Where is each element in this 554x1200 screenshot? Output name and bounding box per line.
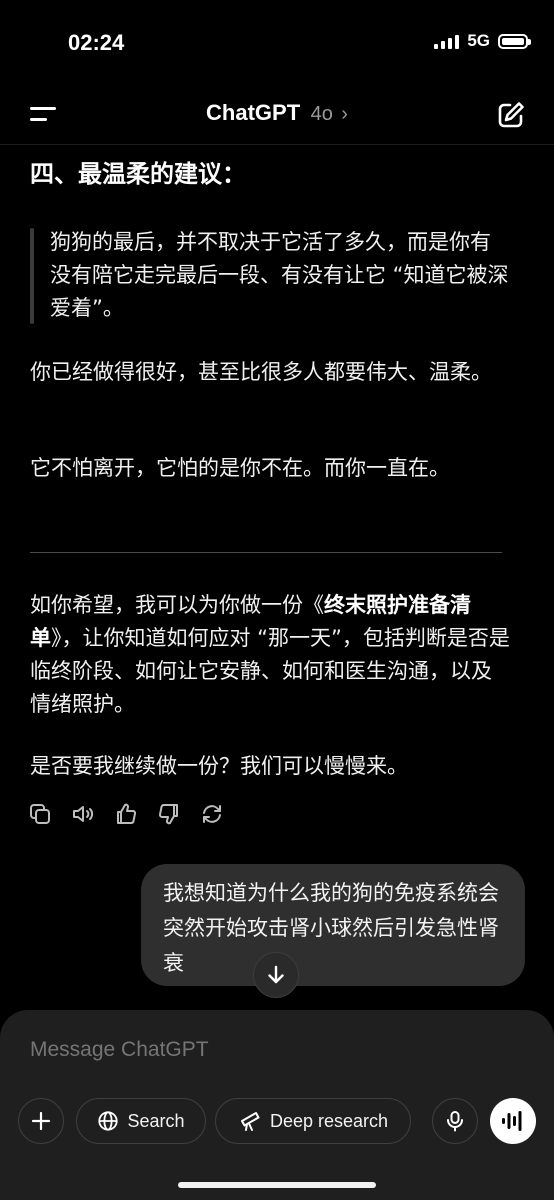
scroll-to-bottom-button[interactable]: [253, 952, 299, 998]
attach-button[interactable]: [18, 1098, 64, 1144]
blockquote-text: 狗狗的最后，并不取决于它活了多久，而是你有没有陪它走完最后一段、有没有让它 “知…: [50, 230, 509, 320]
thumbs-up-icon[interactable]: [114, 802, 138, 826]
composer: Search Deep research: [0, 1010, 554, 1200]
response-paragraph: 它不怕离开，它怕的是你不在。而你一直在。: [30, 456, 450, 480]
chevron-right-icon: ›: [341, 103, 348, 125]
home-indicator: [178, 1182, 376, 1188]
paragraph-text: 》，让你知道如何应对 “那一天”，包括判断是否是临终阶段、如何让它安静、如何和医…: [30, 626, 510, 716]
blockquote-bar: [30, 228, 34, 324]
thumbs-down-icon[interactable]: [157, 802, 181, 826]
section-heading: 四、最温柔的建议：: [30, 160, 246, 188]
telescope-icon: [240, 1112, 260, 1131]
user-message-bubble: 我想知道为什么我的狗的免疫系统会突然开始攻击肾小球然后引发急性肾衰: [141, 864, 525, 986]
microphone-icon: [447, 1111, 463, 1132]
battery-icon: [498, 33, 531, 49]
voice-mode-button[interactable]: [490, 1098, 536, 1144]
read-aloud-icon[interactable]: [71, 802, 95, 826]
regenerate-icon[interactable]: [200, 802, 224, 826]
message-input[interactable]: [30, 1038, 520, 1062]
copy-icon[interactable]: [28, 802, 52, 826]
search-label: Search: [127, 1110, 185, 1131]
status-indicators: 5G: [434, 31, 531, 51]
deep-research-label: Deep research: [269, 1110, 389, 1131]
search-button[interactable]: Search: [76, 1098, 206, 1144]
network-type: 5G: [467, 31, 490, 50]
response-paragraph: 你已经做得很好，甚至比很多人都要伟大、温柔。: [30, 360, 492, 384]
deep-research-button[interactable]: Deep research: [215, 1098, 411, 1144]
globe-icon: [98, 1111, 119, 1131]
message-actions: [28, 802, 224, 826]
app-title: ChatGPT: [206, 100, 301, 125]
status-time: 02:24: [68, 30, 125, 55]
response-paragraph: 如你希望，我可以为你做一份《终末照护准备清单》，让你知道如何应对 “那一天”，包…: [30, 589, 510, 721]
paragraph-text: 如你希望，我可以为你做一份《: [30, 593, 324, 617]
cellular-signal-icon: [434, 33, 460, 49]
response-paragraph: 是否要我继续做一份？我们可以慢慢来。: [30, 754, 408, 778]
header-divider: [0, 144, 554, 145]
arrow-down-icon: [268, 965, 284, 984]
model-selector[interactable]: ChatGPT 4o ›: [0, 100, 554, 126]
audio-waveform-icon: [502, 1111, 522, 1131]
dictate-button[interactable]: [432, 1098, 478, 1144]
user-message-text: 我想知道为什么我的狗的免疫系统会突然开始攻击肾小球然后引发急性肾衰: [163, 881, 499, 975]
chat-header: ChatGPT 4o ›: [0, 88, 554, 144]
new-chat-edit-icon[interactable]: [496, 100, 526, 130]
model-name: 4o: [310, 103, 333, 125]
plus-icon: [31, 1111, 51, 1131]
horizontal-rule: [30, 552, 502, 553]
